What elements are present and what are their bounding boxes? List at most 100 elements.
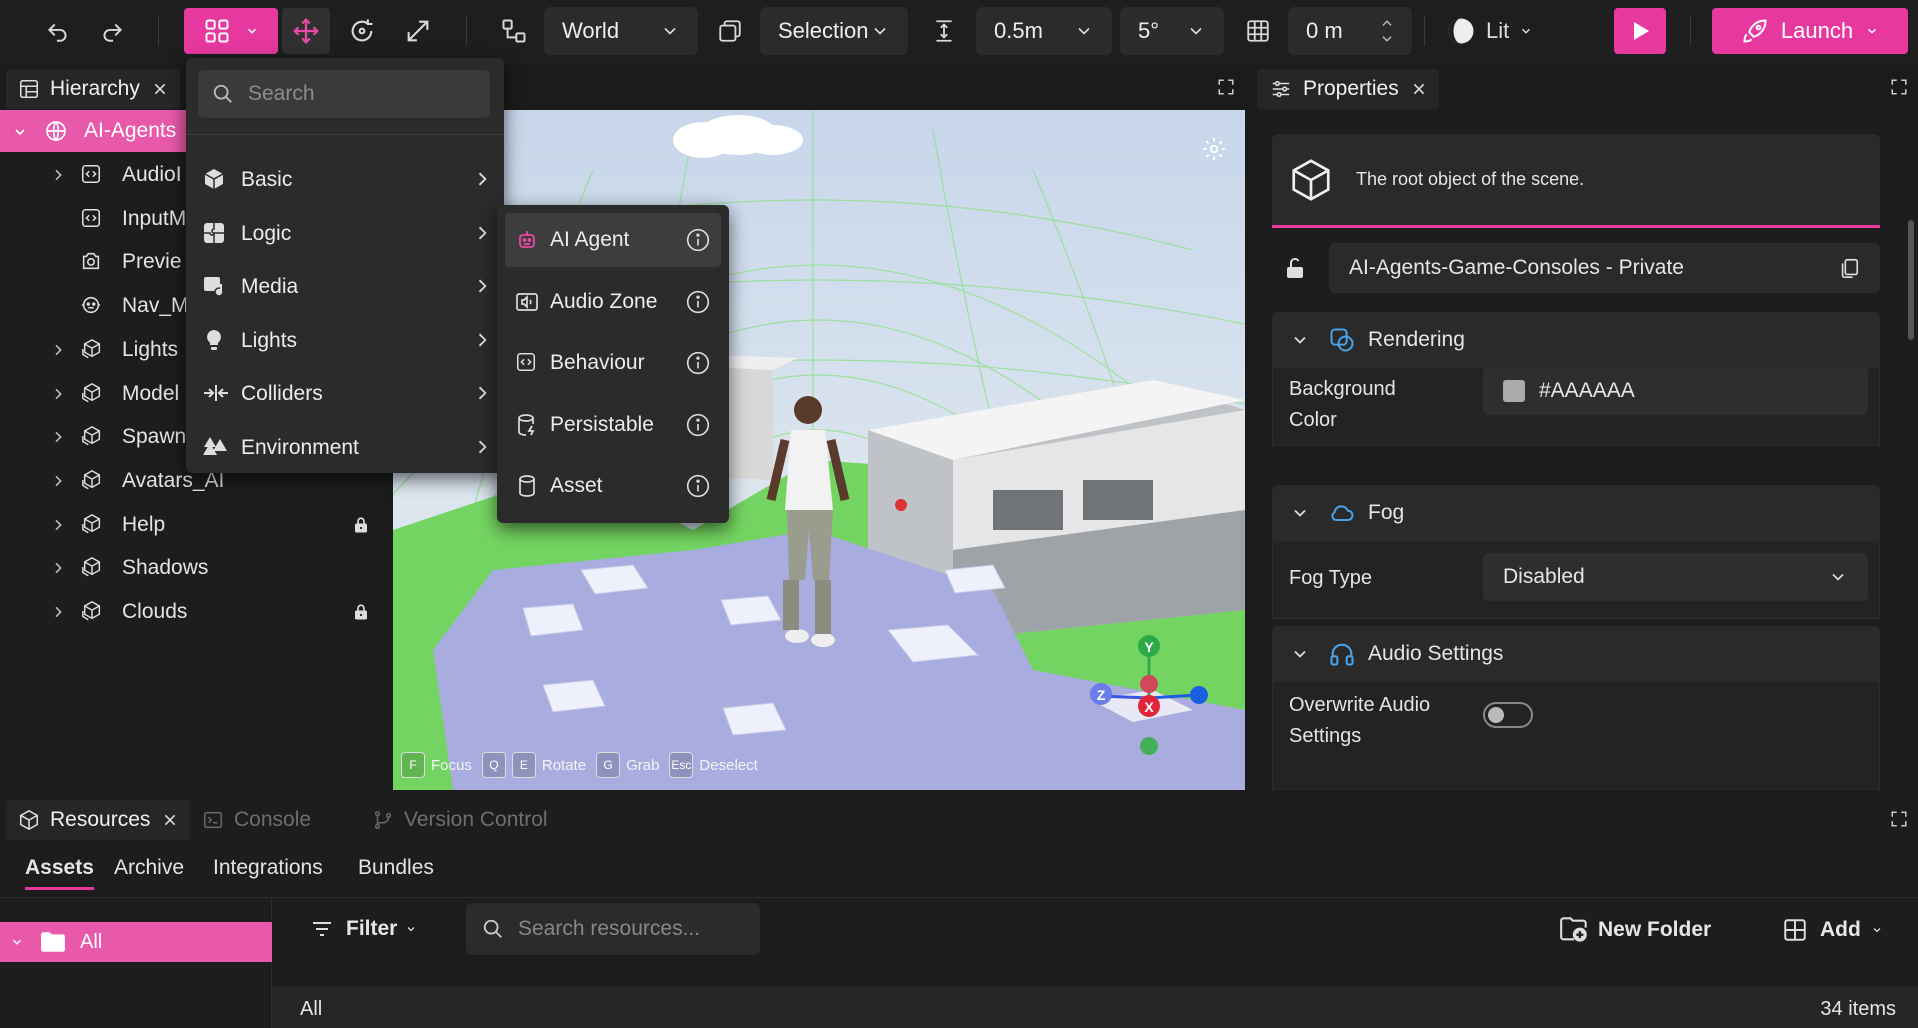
play-button[interactable] (1614, 8, 1666, 54)
object-path-field[interactable]: AI-Agents-Game-Consoles - Private (1329, 243, 1880, 293)
tab-label: Console (234, 808, 312, 831)
menu-search-input[interactable]: Search (198, 70, 490, 118)
launch-button[interactable]: Launch (1712, 8, 1908, 54)
background-color-field[interactable]: #AAAAAA (1483, 367, 1868, 415)
subtab-bundles[interactable]: Bundles (358, 856, 434, 880)
chevron-right-icon[interactable] (50, 429, 66, 445)
chevron-down-icon (247, 28, 257, 34)
resource-search-input[interactable]: Search resources... (466, 903, 760, 955)
close-icon[interactable] (152, 81, 168, 97)
cube-group-icon (80, 469, 104, 491)
asset-icon (515, 474, 539, 498)
chevron-right-icon[interactable] (50, 342, 66, 358)
properties-scrollbar[interactable] (1908, 220, 1914, 340)
redo-button[interactable] (94, 8, 130, 54)
fog-section-header[interactable]: Fog (1272, 485, 1880, 541)
lighting-mode-select[interactable]: Lit (1446, 8, 1546, 54)
maximize-icon[interactable] (1890, 78, 1908, 96)
menu-item-lights[interactable]: Lights (186, 318, 504, 362)
chevron-down-icon (1873, 928, 1881, 933)
lock-icon[interactable] (352, 515, 370, 535)
tab-version-control[interactable]: Version Control (360, 800, 560, 840)
overwrite-audio-toggle[interactable] (1483, 702, 1533, 728)
undo-icon (47, 23, 67, 42)
submenu-item-persistable[interactable]: Persistable (505, 398, 721, 452)
redo-icon (103, 23, 123, 42)
submenu-item-ai-agent[interactable]: AI Agent (505, 213, 721, 267)
add-object-button[interactable] (184, 8, 278, 54)
lock-icon[interactable] (352, 602, 370, 622)
chevron-down-icon[interactable] (12, 124, 28, 140)
tab-hierarchy[interactable]: Hierarchy (6, 69, 180, 109)
add-resource-button[interactable]: Add (1782, 917, 1883, 943)
coordinate-space-icon-button[interactable] (494, 8, 534, 54)
grid-height-input[interactable]: 0 m (1288, 7, 1412, 55)
subtab-assets[interactable]: Assets (25, 856, 94, 890)
menu-item-environment[interactable]: Environment (186, 425, 504, 469)
pivot-mode-value: Selection (778, 18, 869, 43)
hierarchy-item[interactable]: Help (0, 504, 385, 546)
chevron-right-icon[interactable] (50, 167, 66, 183)
move-tool-button[interactable] (282, 8, 330, 54)
info-icon[interactable] (685, 350, 711, 376)
subtab-integrations[interactable]: Integrations (213, 856, 323, 880)
copy-icon[interactable] (1838, 257, 1860, 279)
scale-tool-button[interactable] (398, 8, 438, 54)
new-folder-button[interactable]: New Folder (1560, 917, 1711, 943)
submenu-item-behaviour[interactable]: Behaviour (505, 336, 721, 390)
pivot-icon (719, 20, 741, 42)
info-icon[interactable] (685, 289, 711, 315)
chevron-right-icon[interactable] (50, 473, 66, 489)
menu-item-basic[interactable]: Basic (186, 157, 504, 201)
pivot-mode-select[interactable]: Selection (760, 7, 908, 55)
submenu-item-asset[interactable]: Asset (505, 459, 721, 513)
filter-button[interactable]: Filter (310, 917, 417, 941)
subtab-archive[interactable]: Archive (114, 856, 184, 880)
hierarchy-item[interactable]: Shadows (0, 547, 385, 589)
gizmo-x-label: X (1144, 699, 1154, 715)
script-icon (80, 207, 102, 229)
maximize-icon[interactable] (1217, 78, 1235, 96)
submenu-item-label: Persistable (550, 412, 654, 436)
agent-icon (80, 294, 102, 316)
close-icon[interactable] (1411, 81, 1427, 97)
audio-section-header[interactable]: Audio Settings (1272, 626, 1880, 682)
rotate-tool-button[interactable] (342, 8, 382, 54)
grid-height-stepper[interactable] (1380, 17, 1394, 45)
folder-all[interactable]: All (0, 922, 272, 962)
submenu-item-audio-zone[interactable]: Audio Zone (505, 275, 721, 329)
tab-properties[interactable]: Properties (1257, 69, 1439, 109)
menu-item-logic[interactable]: Logic (186, 211, 504, 255)
unlock-icon[interactable] (1283, 256, 1307, 280)
snap-angle-select[interactable]: 5° (1120, 7, 1224, 55)
maximize-icon[interactable] (1890, 810, 1908, 828)
close-icon[interactable] (162, 812, 178, 828)
chevron-right-icon[interactable] (50, 386, 66, 402)
menu-item-media[interactable]: Media (186, 264, 504, 308)
chevron-right-icon[interactable] (50, 604, 66, 620)
gear-icon[interactable] (1201, 136, 1227, 162)
toolbar-divider (466, 16, 467, 46)
chevron-down-icon (1294, 336, 1306, 344)
info-icon[interactable] (685, 412, 711, 438)
chevron-right-icon[interactable] (50, 517, 66, 533)
chevron-right-icon[interactable] (50, 560, 66, 576)
cloud-icon (1331, 505, 1354, 521)
menu-item-colliders[interactable]: Colliders (186, 371, 504, 415)
cube-group-icon (80, 556, 104, 578)
fog-type-select[interactable]: Disabled (1483, 553, 1868, 601)
pivot-icon-button[interactable] (712, 8, 748, 54)
info-icon[interactable] (685, 227, 711, 253)
chevron-down-icon[interactable] (1380, 33, 1394, 45)
toolbar-divider (1690, 16, 1691, 46)
hierarchy-item[interactable]: Clouds (0, 591, 385, 633)
undo-button[interactable] (40, 8, 76, 54)
snap-distance-select[interactable]: 0.5m (976, 7, 1112, 55)
color-swatch[interactable] (1503, 380, 1525, 402)
info-icon[interactable] (685, 473, 711, 499)
rendering-section-header[interactable]: Rendering (1272, 312, 1880, 368)
chevron-up-icon[interactable] (1380, 17, 1394, 29)
tab-resources[interactable]: Resources (6, 800, 191, 840)
tab-console[interactable]: Console (190, 800, 323, 840)
coordinate-space-select[interactable]: World (544, 7, 698, 55)
